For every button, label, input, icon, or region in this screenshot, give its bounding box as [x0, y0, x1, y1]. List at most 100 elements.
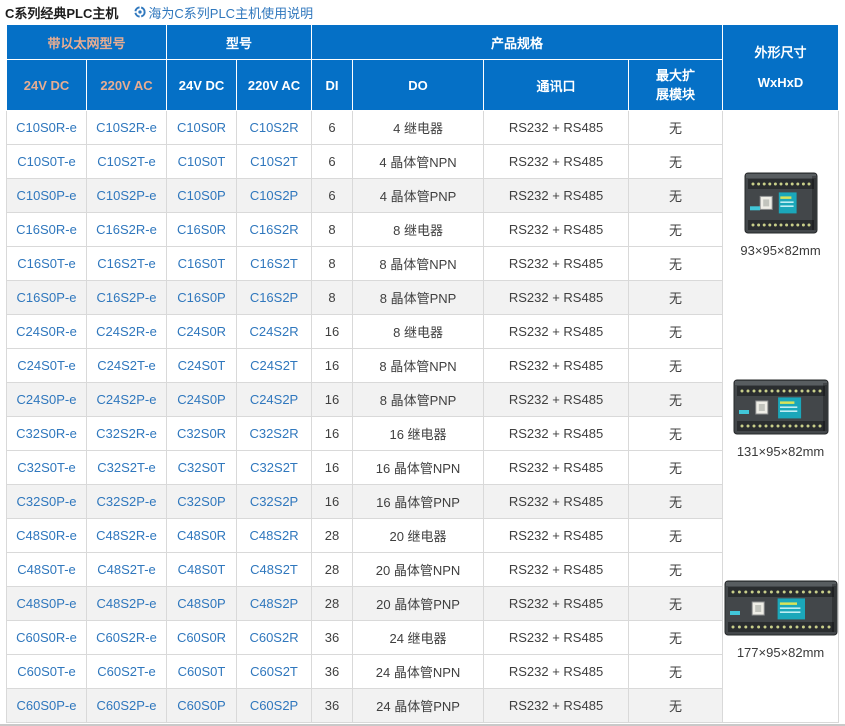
eth-24v-model-link[interactable]: C32S0R-e: [16, 426, 77, 441]
comm-port-value: RS232 + RS485: [484, 519, 629, 553]
model-220v-link[interactable]: C16S2P: [250, 290, 298, 305]
model-220v-link[interactable]: C32S2P: [250, 494, 298, 509]
comm-port-value: RS232 + RS485: [484, 145, 629, 179]
eth-220v-model-link[interactable]: C48S2R-e: [96, 528, 157, 543]
model-24v-link[interactable]: C24S0R: [177, 324, 226, 339]
model-220v-link[interactable]: C24S2P: [250, 392, 298, 407]
model-24v-link[interactable]: C16S0T: [178, 256, 226, 271]
model-cell: C48S0R-e: [7, 519, 87, 553]
comm-port-value: RS232 + RS485: [484, 621, 629, 655]
model-24v-link[interactable]: C16S0P: [177, 290, 225, 305]
eth-24v-model-link[interactable]: C16S0P-e: [17, 290, 77, 305]
model-220v-link[interactable]: C16S2R: [249, 222, 298, 237]
eth-220v-model-link[interactable]: C60S2R-e: [96, 630, 157, 645]
eth-220v-model-link[interactable]: C10S2R-e: [96, 120, 157, 135]
model-220v-link[interactable]: C48S2R: [249, 528, 298, 543]
eth-24v-model-link[interactable]: C24S0R-e: [16, 324, 77, 339]
eth-24v-model-link[interactable]: C10S0R-e: [16, 120, 77, 135]
do-value: 20 晶体管NPN: [353, 553, 484, 587]
eth-220v-model-link[interactable]: C24S2T-e: [97, 358, 156, 373]
eth-24v-model-link[interactable]: C32S0T-e: [17, 460, 76, 475]
model-cell: C16S2R: [237, 213, 312, 247]
model-220v-link[interactable]: C16S2T: [250, 256, 298, 271]
model-24v-link[interactable]: C48S0P: [177, 596, 225, 611]
max-expansion-value: 无: [629, 587, 723, 621]
max-expansion-value: 无: [629, 383, 723, 417]
eth-220v-model-link[interactable]: C32S2R-e: [96, 426, 157, 441]
eth-220v-model-link[interactable]: C10S2T-e: [97, 154, 156, 169]
model-220v-link[interactable]: C48S2T: [250, 562, 298, 577]
comm-port-value: RS232 + RS485: [484, 213, 629, 247]
max-expansion-value: 无: [629, 689, 723, 723]
eth-220v-model-link[interactable]: C16S2T-e: [97, 256, 156, 271]
model-24v-link[interactable]: C32S0R: [177, 426, 226, 441]
manual-link[interactable]: 海为C系列PLC主机使用说明: [134, 3, 313, 22]
model-220v-link[interactable]: C24S2T: [250, 358, 298, 373]
eth-220v-model-link[interactable]: C16S2P-e: [97, 290, 157, 305]
model-cell: C32S2P: [237, 485, 312, 519]
model-cell: C32S0R-e: [7, 417, 87, 451]
comm-port-value: RS232 + RS485: [484, 451, 629, 485]
model-24v-link[interactable]: C10S0P: [177, 188, 225, 203]
model-220v-link[interactable]: C60S2R: [249, 630, 298, 645]
model-cell: C10S0T-e: [7, 145, 87, 179]
model-220v-link[interactable]: C60S2P: [250, 698, 298, 713]
di-value: 36: [312, 655, 353, 689]
model-cell: C24S0R: [167, 315, 237, 349]
model-220v-link[interactable]: C10S2P: [250, 188, 298, 203]
model-cell: C32S0T: [167, 451, 237, 485]
eth-220v-model-link[interactable]: C48S2T-e: [97, 562, 156, 577]
model-24v-link[interactable]: C16S0R: [177, 222, 226, 237]
eth-24v-model-link[interactable]: C60S0T-e: [17, 664, 76, 679]
eth-220v-model-link[interactable]: C32S2P-e: [97, 494, 157, 509]
eth-24v-model-link[interactable]: C48S0R-e: [16, 528, 77, 543]
model-cell: C10S2R-e: [87, 111, 167, 145]
model-220v-link[interactable]: C60S2T: [250, 664, 298, 679]
header-model-24v: 24V DC: [167, 60, 237, 111]
model-cell: C10S2R: [237, 111, 312, 145]
model-220v-link[interactable]: C10S2T: [250, 154, 298, 169]
eth-24v-model-link[interactable]: C48S0P-e: [17, 596, 77, 611]
eth-24v-model-link[interactable]: C10S0T-e: [17, 154, 76, 169]
model-24v-link[interactable]: C24S0T: [178, 358, 226, 373]
gear-icon: [134, 6, 146, 18]
model-220v-link[interactable]: C32S2T: [250, 460, 298, 475]
eth-220v-model-link[interactable]: C48S2P-e: [97, 596, 157, 611]
eth-24v-model-link[interactable]: C10S0P-e: [17, 188, 77, 203]
model-24v-link[interactable]: C24S0P: [177, 392, 225, 407]
eth-220v-model-link[interactable]: C16S2R-e: [96, 222, 157, 237]
model-220v-link[interactable]: C10S2R: [249, 120, 298, 135]
eth-24v-model-link[interactable]: C16S0R-e: [16, 222, 77, 237]
eth-24v-model-link[interactable]: C24S0T-e: [17, 358, 76, 373]
model-24v-link[interactable]: C60S0R: [177, 630, 226, 645]
eth-24v-model-link[interactable]: C60S0R-e: [16, 630, 77, 645]
di-value: 16: [312, 315, 353, 349]
eth-220v-model-link[interactable]: C24S2R-e: [96, 324, 157, 339]
eth-24v-model-link[interactable]: C60S0P-e: [17, 698, 77, 713]
model-24v-link[interactable]: C60S0T: [178, 664, 226, 679]
model-24v-link[interactable]: C48S0T: [178, 562, 226, 577]
do-value: 8 继电器: [353, 213, 484, 247]
model-220v-link[interactable]: C32S2R: [249, 426, 298, 441]
model-24v-link[interactable]: C32S0P: [177, 494, 225, 509]
eth-24v-model-link[interactable]: C32S0P-e: [17, 494, 77, 509]
eth-220v-model-link[interactable]: C24S2P-e: [97, 392, 157, 407]
eth-220v-model-link[interactable]: C60S2T-e: [97, 664, 156, 679]
model-220v-link[interactable]: C48S2P: [250, 596, 298, 611]
eth-24v-model-link[interactable]: C16S0T-e: [17, 256, 76, 271]
eth-24v-model-link[interactable]: C48S0T-e: [17, 562, 76, 577]
eth-220v-model-link[interactable]: C10S2P-e: [97, 188, 157, 203]
eth-220v-model-link[interactable]: C60S2P-e: [97, 698, 157, 713]
eth-220v-model-link[interactable]: C32S2T-e: [97, 460, 156, 475]
table-row: C48S0R-eC48S2R-eC48S0RC48S2R2820 继电器RS23…: [7, 519, 839, 553]
model-24v-link[interactable]: C32S0T: [178, 460, 226, 475]
do-value: 8 晶体管NPN: [353, 247, 484, 281]
model-cell: C32S2T: [237, 451, 312, 485]
model-24v-link[interactable]: C10S0T: [178, 154, 226, 169]
model-24v-link[interactable]: C60S0P: [177, 698, 225, 713]
eth-24v-model-link[interactable]: C24S0P-e: [17, 392, 77, 407]
model-24v-link[interactable]: C48S0R: [177, 528, 226, 543]
model-24v-link[interactable]: C10S0R: [177, 120, 226, 135]
model-220v-link[interactable]: C24S2R: [249, 324, 298, 339]
table-row: C10S0R-eC10S2R-eC10S0RC10S2R64 继电器RS232 …: [7, 111, 839, 145]
